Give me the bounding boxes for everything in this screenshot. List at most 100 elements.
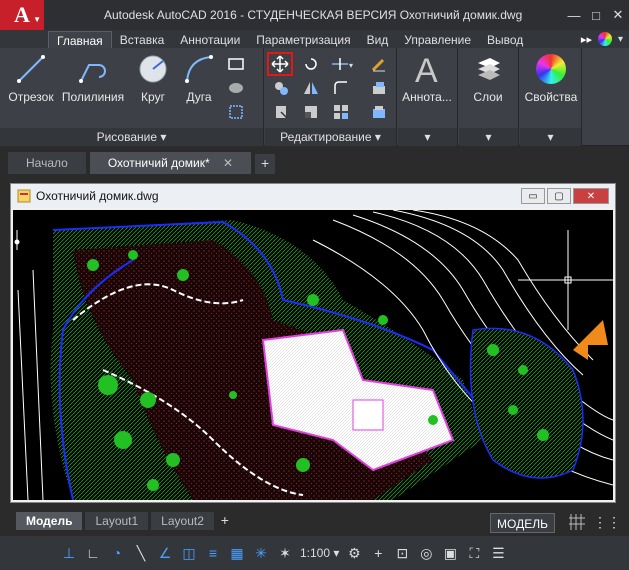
drawing-minimize-button[interactable]: ▭	[521, 188, 545, 204]
tab-insert[interactable]: Вставка	[112, 31, 173, 48]
circle-icon	[136, 52, 170, 86]
circle-tool-label: Круг	[141, 90, 165, 104]
layers-tool[interactable]: Слои	[459, 52, 517, 104]
properties-tool[interactable]: Свойства	[522, 52, 580, 104]
lineweight-icon[interactable]: ≡	[204, 544, 222, 562]
hatch-icon[interactable]	[226, 78, 246, 98]
osnap-icon[interactable]: ◫	[180, 544, 198, 562]
tab-output[interactable]: Вывод	[479, 31, 531, 48]
tab-start[interactable]: Начало	[8, 152, 86, 174]
line-tool[interactable]: Отрезок	[2, 52, 60, 104]
add-icon[interactable]: +	[369, 544, 387, 562]
layers-tool-label: Слои	[473, 90, 503, 104]
rectangle-icon[interactable]	[226, 54, 246, 74]
status-bar: ⊥ ∟ ◔ ╲ ∠ ◫ ≡ ▦ ✳ ✶ 1:100 ▾ ⚙ + ⊡ ◎ ▣ ⛶ …	[0, 536, 629, 570]
chevron-down-icon: ▼	[33, 15, 41, 24]
ortho-icon[interactable]: ∟	[84, 544, 102, 562]
rotate-icon[interactable]	[301, 54, 321, 74]
dynamic-ucs-icon[interactable]: ⊥	[60, 544, 78, 562]
snap-grid-icon[interactable]: ⋮⋮	[593, 514, 621, 531]
layers-panel: Слои ▾	[459, 48, 519, 146]
line-icon	[14, 52, 48, 86]
transparency-icon[interactable]: ▦	[228, 544, 246, 562]
auto-scale-icon[interactable]: ✶	[276, 544, 294, 562]
tab-layout2[interactable]: Layout2	[151, 512, 214, 530]
properties-panel-caret[interactable]: ▾	[520, 128, 581, 146]
clean-screen-icon[interactable]: ◎	[417, 544, 435, 562]
erase-icon[interactable]	[369, 54, 389, 74]
array-icon[interactable]	[331, 102, 351, 122]
tab-manage[interactable]: Управление	[396, 31, 479, 48]
dwg-file-icon	[17, 189, 31, 203]
drawing-window: Охотничий домик.dwg ▭ ▢ ✕	[10, 183, 616, 503]
drawing-close-button[interactable]: ✕	[573, 188, 609, 204]
trim-icon[interactable]: ▾	[329, 54, 357, 74]
osnap-tracking-icon[interactable]: ╲	[132, 544, 150, 562]
properties-panel: Свойства ▾	[520, 48, 582, 146]
tab-annotate[interactable]: Аннотации	[172, 31, 248, 48]
annotation-tool[interactable]: A Аннота...	[398, 52, 456, 104]
annotation-tool-label: Аннота...	[402, 90, 452, 104]
document-tab-bar: Начало Охотничий домик* ✕ +	[0, 146, 629, 174]
offset-icon[interactable]	[369, 102, 389, 122]
color-wheel-icon	[534, 52, 568, 86]
hardware-acceleration-icon[interactable]: ▣	[441, 544, 459, 562]
tab-layout1[interactable]: Layout1	[85, 512, 149, 530]
annotation-scale[interactable]: 1:100 ▾	[300, 546, 339, 560]
scale-icon[interactable]	[301, 102, 321, 122]
arc-tool-label: Дуга	[186, 90, 212, 104]
polar-tracking-icon[interactable]: ◔	[108, 544, 126, 562]
line-tool-label: Отрезок	[8, 90, 54, 104]
isodraft-icon[interactable]: ∠	[156, 544, 174, 562]
chevron-down-icon[interactable]: ▾	[618, 34, 623, 45]
close-button[interactable]: ✕	[607, 4, 629, 26]
new-tab-button[interactable]: +	[255, 154, 276, 174]
model-space-toggle[interactable]: МОДЕЛЬ	[490, 513, 555, 533]
grid-icon[interactable]	[569, 514, 585, 533]
fullscreen-icon[interactable]: ⛶	[465, 544, 483, 562]
tab-parametric[interactable]: Параметризация	[248, 31, 358, 48]
ribbon-tab-bar: Главная Вставка Аннотации Параметризация…	[0, 30, 629, 48]
ribbon-panel: Отрезок Полилиния Круг Дуга Рисование ▾ …	[0, 48, 629, 146]
tab-hunting-lodge[interactable]: Охотничий домик* ✕	[89, 152, 252, 174]
arc-tool[interactable]: Дуга	[170, 52, 228, 104]
maximize-button[interactable]: □	[585, 4, 607, 26]
fillet-icon[interactable]	[331, 78, 351, 98]
drawing-window-title: Охотничий домик.dwg	[36, 189, 159, 203]
annotation-visibility-icon[interactable]: ✳	[252, 544, 270, 562]
modify-panel: ▾ Редактирование ▾	[265, 48, 397, 146]
annotation-panel-caret[interactable]: ▾	[398, 128, 457, 146]
close-tab-icon[interactable]: ✕	[223, 156, 233, 170]
site-plan-drawing	[14, 210, 613, 500]
minimize-button[interactable]: —	[563, 4, 585, 26]
polyline-tool[interactable]: Полилиния	[60, 52, 126, 104]
drawing-maximize-button[interactable]: ▢	[547, 188, 571, 204]
draw-panel-label[interactable]: Рисование ▾	[0, 128, 263, 146]
svg-text:▾: ▾	[349, 61, 353, 70]
isolate-objects-icon[interactable]: ⊡	[393, 544, 411, 562]
settings-gear-icon[interactable]: ⚙	[345, 544, 363, 562]
move-icon[interactable]	[267, 52, 293, 76]
tab-home[interactable]: Главная	[48, 31, 112, 48]
annotation-panel: A Аннота... ▾	[398, 48, 458, 146]
more-tabs-icon[interactable]: ▸▸	[581, 33, 592, 46]
drawing-canvas[interactable]	[13, 210, 613, 500]
add-layout-button[interactable]: +	[217, 513, 233, 529]
copy-icon[interactable]	[271, 78, 291, 98]
ucs-arrow-icon	[573, 320, 608, 360]
customization-menu-icon[interactable]: ☰	[489, 544, 507, 562]
draw-panel: Отрезок Полилиния Круг Дуга Рисование ▾	[0, 48, 264, 146]
workspace-color-icon[interactable]	[597, 32, 612, 46]
tab-view[interactable]: Вид	[359, 31, 397, 48]
application-menu-button[interactable]: A ▼	[0, 0, 44, 30]
drawing-window-titlebar: Охотничий домик.dwg ▭ ▢ ✕	[11, 184, 615, 208]
stretch-icon[interactable]	[271, 102, 291, 122]
boundary-icon[interactable]	[226, 102, 246, 122]
layers-panel-caret[interactable]: ▾	[459, 128, 518, 146]
tab-model[interactable]: Модель	[16, 512, 83, 530]
mirror-icon[interactable]	[301, 78, 321, 98]
layers-icon	[471, 52, 505, 86]
modify-panel-label[interactable]: Редактирование ▾	[265, 128, 396, 146]
explode-icon[interactable]	[369, 78, 389, 98]
tab-start-label: Начало	[26, 156, 68, 170]
